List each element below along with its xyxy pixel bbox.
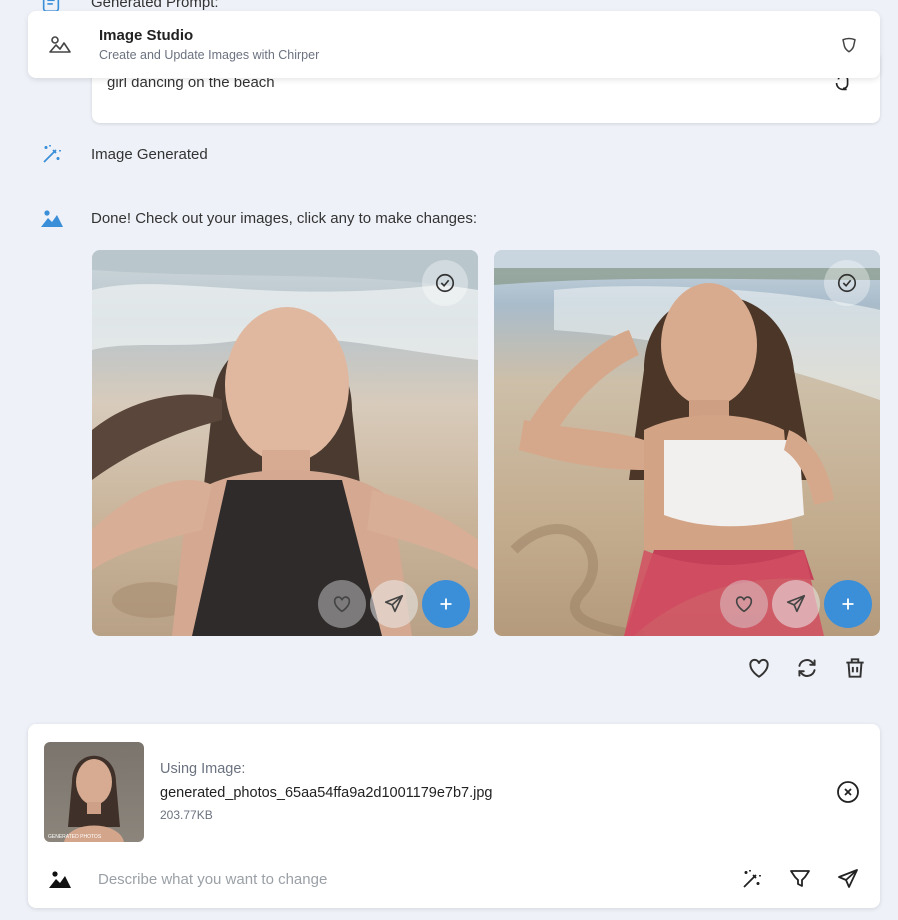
- done-message: Done! Check out your images, click any t…: [91, 210, 478, 227]
- trash-icon: [846, 658, 864, 678]
- send-button[interactable]: [772, 580, 820, 628]
- plus-icon: [440, 598, 452, 610]
- favorite-button[interactable]: [746, 655, 772, 681]
- plus-icon: [842, 598, 854, 610]
- like-button[interactable]: [720, 580, 768, 628]
- send-icon: [384, 594, 404, 613]
- close-circle-icon: [837, 781, 859, 803]
- generated-prompt-label: Generated Prompt:: [91, 0, 219, 11]
- send-icon: [838, 869, 858, 888]
- selected-image-thumbnail[interactable]: GENERATED PHOTOS: [44, 742, 144, 842]
- heart-icon: [749, 658, 769, 678]
- result-actions: [746, 655, 868, 681]
- enhance-prompt-button[interactable]: [740, 867, 764, 891]
- shield-icon[interactable]: [840, 36, 858, 54]
- heart-icon: [735, 596, 753, 613]
- using-image-label: Using Image:: [160, 761, 246, 777]
- check-circle-icon: [435, 273, 455, 293]
- generated-image-1[interactable]: [92, 250, 478, 636]
- file-size: 203.77KB: [160, 808, 213, 822]
- image-icon[interactable]: [48, 867, 72, 891]
- file-name: generated_photos_65aa54ffa9a2d1001179e7b…: [160, 785, 493, 801]
- image-icon: [40, 206, 64, 230]
- send-button[interactable]: [370, 580, 418, 628]
- add-button[interactable]: [824, 580, 872, 628]
- header-subtitle: Create and Update Images with Chirper: [99, 48, 320, 62]
- portrait-thumbnail: [64, 755, 124, 842]
- regenerate-button[interactable]: [794, 655, 820, 681]
- change-description-input[interactable]: [98, 864, 718, 894]
- select-check-button[interactable]: [422, 260, 468, 306]
- heart-icon: [333, 596, 351, 613]
- thumbnail-caption: GENERATED PHOTOS: [48, 834, 102, 840]
- delete-button[interactable]: [842, 655, 868, 681]
- app-header: Image Studio Create and Update Images wi…: [28, 11, 880, 78]
- check-circle-icon: [837, 273, 857, 293]
- beach-portrait-photo: [494, 250, 880, 636]
- beach-portrait-photo: [92, 250, 478, 636]
- funnel-icon: [790, 870, 810, 887]
- send-icon: [786, 594, 806, 613]
- generated-image-2[interactable]: [494, 250, 880, 636]
- header-title: Image Studio: [99, 27, 194, 44]
- image-generated-label: Image Generated: [91, 146, 208, 163]
- remove-image-button[interactable]: [836, 780, 860, 804]
- submit-button[interactable]: [836, 867, 860, 891]
- filter-button[interactable]: [788, 867, 812, 891]
- add-button[interactable]: [422, 580, 470, 628]
- magic-wand-icon: [743, 870, 761, 888]
- like-button[interactable]: [318, 580, 366, 628]
- magic-wand-icon: [40, 142, 64, 166]
- select-check-button[interactable]: [824, 260, 870, 306]
- refresh-icon: [798, 659, 816, 677]
- composer-panel: GENERATED PHOTOS Using Image: generated_…: [28, 724, 880, 908]
- mountains-icon: [48, 33, 72, 57]
